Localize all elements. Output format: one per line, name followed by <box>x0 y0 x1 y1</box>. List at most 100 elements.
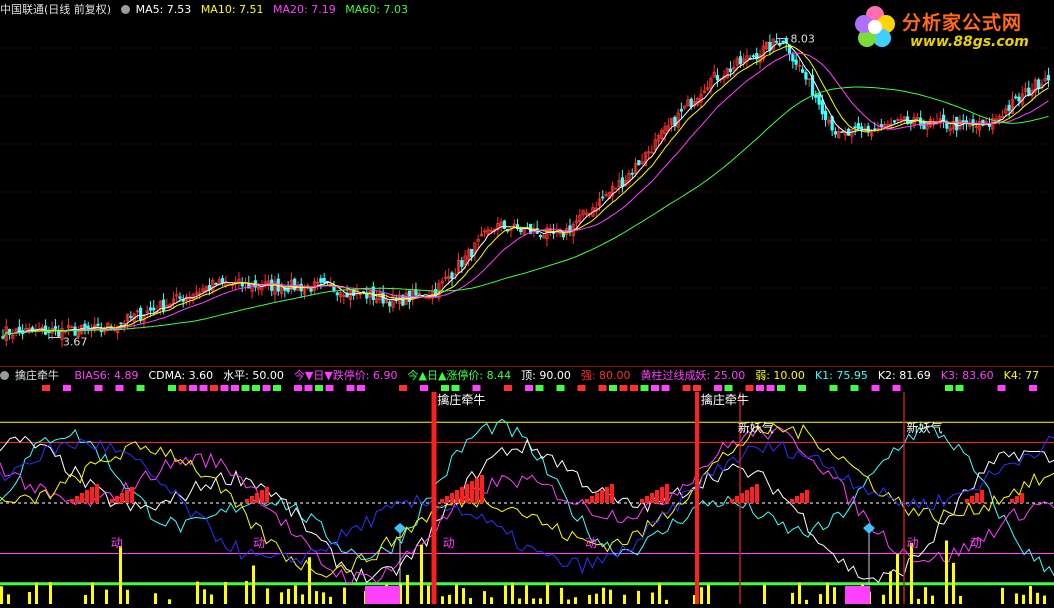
yellow-bar <box>203 589 206 604</box>
candle-body <box>774 40 779 43</box>
signal-block <box>210 385 218 391</box>
yellow-bar <box>420 544 423 604</box>
signal-block <box>535 385 544 391</box>
indicator-value-1: CDMA: 3.60 <box>148 369 214 382</box>
yellow-bar <box>595 593 598 604</box>
strength-bar <box>120 493 124 503</box>
candle-body <box>407 290 411 302</box>
signal-block <box>651 385 659 391</box>
yellow-bar <box>504 585 507 604</box>
candle-body <box>833 131 838 135</box>
indicator-annotation: 动 <box>906 536 918 550</box>
candle-body <box>817 94 821 105</box>
strength-bar <box>755 484 759 503</box>
strength-bar <box>470 481 474 503</box>
yellow-bar <box>539 598 542 604</box>
yellow-bar <box>931 595 934 604</box>
yellow-bar <box>560 587 563 604</box>
indicator-value-5: 顶: 90.00 <box>521 369 571 382</box>
chart-stage: 8.03 3.67 擒庄牵牛 擒庄牵牛 新妖气 新妖气动动动动动动 <box>0 0 1054 608</box>
signal-block <box>304 385 313 391</box>
candle-body <box>129 316 133 318</box>
strength-bar <box>110 499 114 503</box>
candle-body <box>840 131 844 134</box>
yellow-bar <box>602 587 605 604</box>
strength-bar <box>85 490 89 503</box>
signal-block <box>42 385 50 391</box>
signal-block <box>399 385 407 391</box>
candle-body <box>620 177 625 187</box>
indicator-settings-icon[interactable] <box>0 371 9 380</box>
candle-body <box>86 325 90 329</box>
yellow-bar <box>490 597 493 604</box>
candle-body <box>728 68 733 73</box>
yellow-bar <box>819 594 822 604</box>
strength-bar <box>745 490 749 503</box>
yellow-bar <box>427 585 430 604</box>
candle-body <box>139 307 143 321</box>
strength-bar <box>450 493 454 503</box>
strength-bar <box>90 487 94 503</box>
yellow-bar <box>637 590 640 604</box>
signal-block <box>724 385 733 391</box>
yellow-bar <box>665 599 668 604</box>
indicator-value-11: K3: 83.60 <box>940 369 994 382</box>
signal-block <box>315 385 323 391</box>
yellow-bar <box>343 587 346 604</box>
candle-body <box>83 323 87 329</box>
indicator-toggle-icon[interactable] <box>120 5 130 14</box>
indicator-annotation: 动 <box>253 536 265 550</box>
candle-body <box>781 40 785 43</box>
candle-body <box>450 272 454 279</box>
yellow-bar <box>889 571 892 604</box>
indicator-value-12: K4: 77 <box>1003 369 1040 382</box>
signal-block <box>714 385 722 391</box>
logo-url[interactable]: www.88gs.com <box>910 34 1029 50</box>
strength-bar <box>660 487 664 503</box>
strength-bar <box>1015 496 1019 503</box>
strength-bar <box>245 499 249 503</box>
candle-body <box>679 108 683 112</box>
yellow-bar <box>910 542 913 604</box>
strength-bar <box>730 499 734 503</box>
signal-block <box>63 385 71 391</box>
strength-bar <box>455 490 459 503</box>
strength-bar <box>465 484 469 503</box>
yellow-bar <box>196 581 199 604</box>
signal-block <box>220 385 229 391</box>
yellow-bar <box>609 589 612 604</box>
yellow-bar <box>0 586 3 604</box>
strength-bar <box>250 496 254 503</box>
yellow-bar <box>266 588 269 604</box>
yellow-bar <box>84 594 87 604</box>
yellow-bar <box>448 594 451 604</box>
signal-block <box>94 385 103 391</box>
yellow-bar <box>224 582 227 604</box>
indicator-legend: 擒庄牵牛 BIAS6: 4.89 CDMA: 3.60 水平: 50.00 今▼日▼跌… <box>0 368 1054 384</box>
strength-bar <box>795 496 799 503</box>
strength-bar <box>965 499 969 503</box>
signal-block <box>619 385 628 391</box>
indicator-annotation: 擒庄牵牛 <box>437 392 485 407</box>
strength-bar <box>650 493 654 503</box>
candle-body <box>319 278 323 283</box>
strength-bar <box>665 484 669 503</box>
yellow-bar <box>546 583 549 604</box>
strength-bar <box>800 493 804 503</box>
signal-block <box>262 385 271 391</box>
signal-block <box>661 385 670 391</box>
strength-bar <box>475 478 479 503</box>
indicator-value-7: 黄柱过线成妖: 25.00 <box>640 369 746 382</box>
signal-block <box>556 385 565 391</box>
signal-block <box>850 385 859 391</box>
strength-bar <box>605 487 609 503</box>
yellow-bar <box>1043 595 1046 604</box>
strength-bar <box>1010 499 1014 503</box>
candle-body <box>987 124 992 127</box>
indicator-value-10: K2: 81.69 <box>877 369 931 382</box>
yellow-bar <box>301 594 304 604</box>
ma-line-ma5 <box>2 41 1049 339</box>
indicator-annotation: 动 <box>443 536 455 550</box>
high-price-label: 8.03 <box>790 33 815 46</box>
signal-block <box>346 385 355 391</box>
